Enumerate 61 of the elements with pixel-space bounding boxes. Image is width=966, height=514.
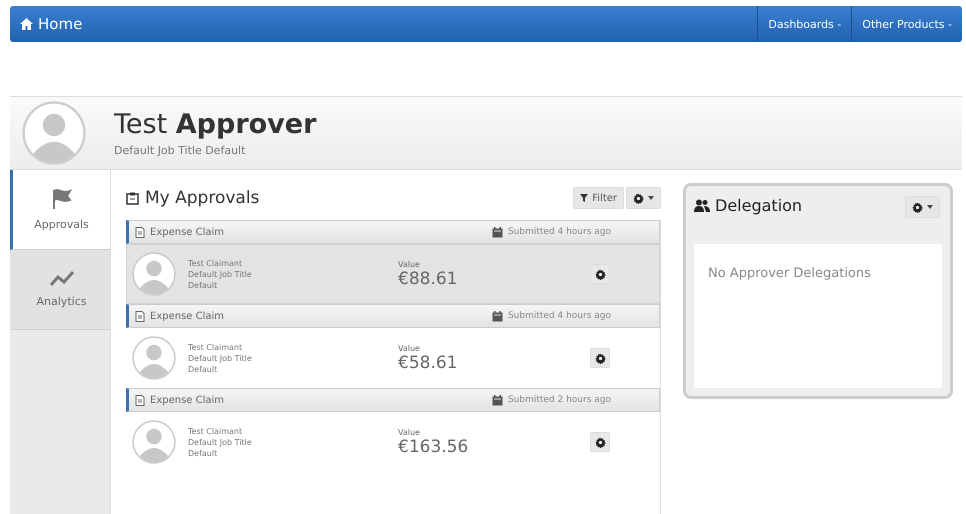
submitted-time: Submitted 4 hours ago [508, 311, 611, 321]
claim-type: Expense Claim [150, 310, 224, 322]
calendar-icon [492, 310, 503, 322]
document-icon [135, 310, 145, 322]
calendar-icon [492, 226, 503, 238]
nav-menu[interactable]: Other Products - [851, 6, 962, 42]
settings-dropdown[interactable] [905, 196, 940, 218]
caret-icon [648, 196, 654, 200]
avatar-icon [132, 420, 176, 464]
approval-item[interactable]: Test Claimant Default Job Title Default Value €88.61 [126, 244, 660, 304]
claimant-job-title: Default Job Title [188, 268, 253, 280]
settings-button[interactable] [590, 432, 610, 452]
settings-dropdown[interactable] [626, 187, 661, 209]
claimant-department: Default [188, 364, 218, 374]
document-icon [135, 226, 145, 238]
users-icon [694, 199, 710, 212]
calendar-icon [492, 394, 503, 406]
submitted-time: Submitted 2 hours ago [508, 395, 611, 405]
section-title: My Approvals [145, 188, 260, 208]
settings-button[interactable] [590, 348, 610, 368]
nav-menu[interactable]: Dashboards - [757, 6, 852, 42]
claim-type: Expense Claim [150, 394, 224, 406]
claimant-department: Default [188, 448, 218, 458]
settings-icon [594, 352, 606, 364]
profile-name: Test Approver [114, 109, 316, 140]
claim-type: Expense Claim [150, 226, 224, 238]
claim-value: €163.56 [398, 436, 468, 456]
profile-job-title: Default Job Title Default [114, 144, 246, 157]
trend-line-icon [50, 271, 74, 287]
flag-icon [50, 188, 72, 210]
avatar-icon [22, 101, 86, 165]
avatar-icon [132, 252, 176, 296]
sidebar-tab[interactable]: Analytics [10, 250, 110, 330]
value-label: Value [398, 344, 421, 352]
sidebar-tab[interactable]: Approvals [10, 170, 110, 250]
claimant-job-title: Default Job Title [188, 352, 253, 364]
claimant-department: Default [188, 280, 218, 290]
avatar-icon [132, 336, 176, 380]
claimant-name: Test Claimant [188, 258, 244, 268]
clipboard-icon [126, 192, 139, 204]
document-icon [135, 394, 145, 406]
submitted-time: Submitted 4 hours ago [508, 227, 611, 237]
settings-icon [594, 436, 606, 448]
settings-icon [594, 268, 606, 280]
claimant-job-title: Default Job Title [188, 436, 253, 448]
home-link[interactable]: Home [10, 6, 92, 42]
claimant-name: Test Claimant [188, 342, 244, 352]
claim-value: €58.61 [398, 352, 458, 372]
claim-value: €88.61 [398, 268, 458, 288]
settings-icon [912, 202, 923, 212]
empty-message: No Approver Delegations [694, 244, 942, 388]
value-label: Value [398, 260, 421, 268]
filter-button[interactable]: Filter [573, 187, 624, 209]
home-icon [20, 18, 33, 30]
settings-button[interactable] [590, 264, 610, 284]
settings-icon [633, 192, 644, 204]
value-label: Value [398, 428, 421, 436]
filter-icon [580, 194, 588, 202]
panel-title: Delegation [715, 196, 802, 215]
caret-icon [927, 205, 933, 209]
claimant-name: Test Claimant [188, 426, 244, 436]
